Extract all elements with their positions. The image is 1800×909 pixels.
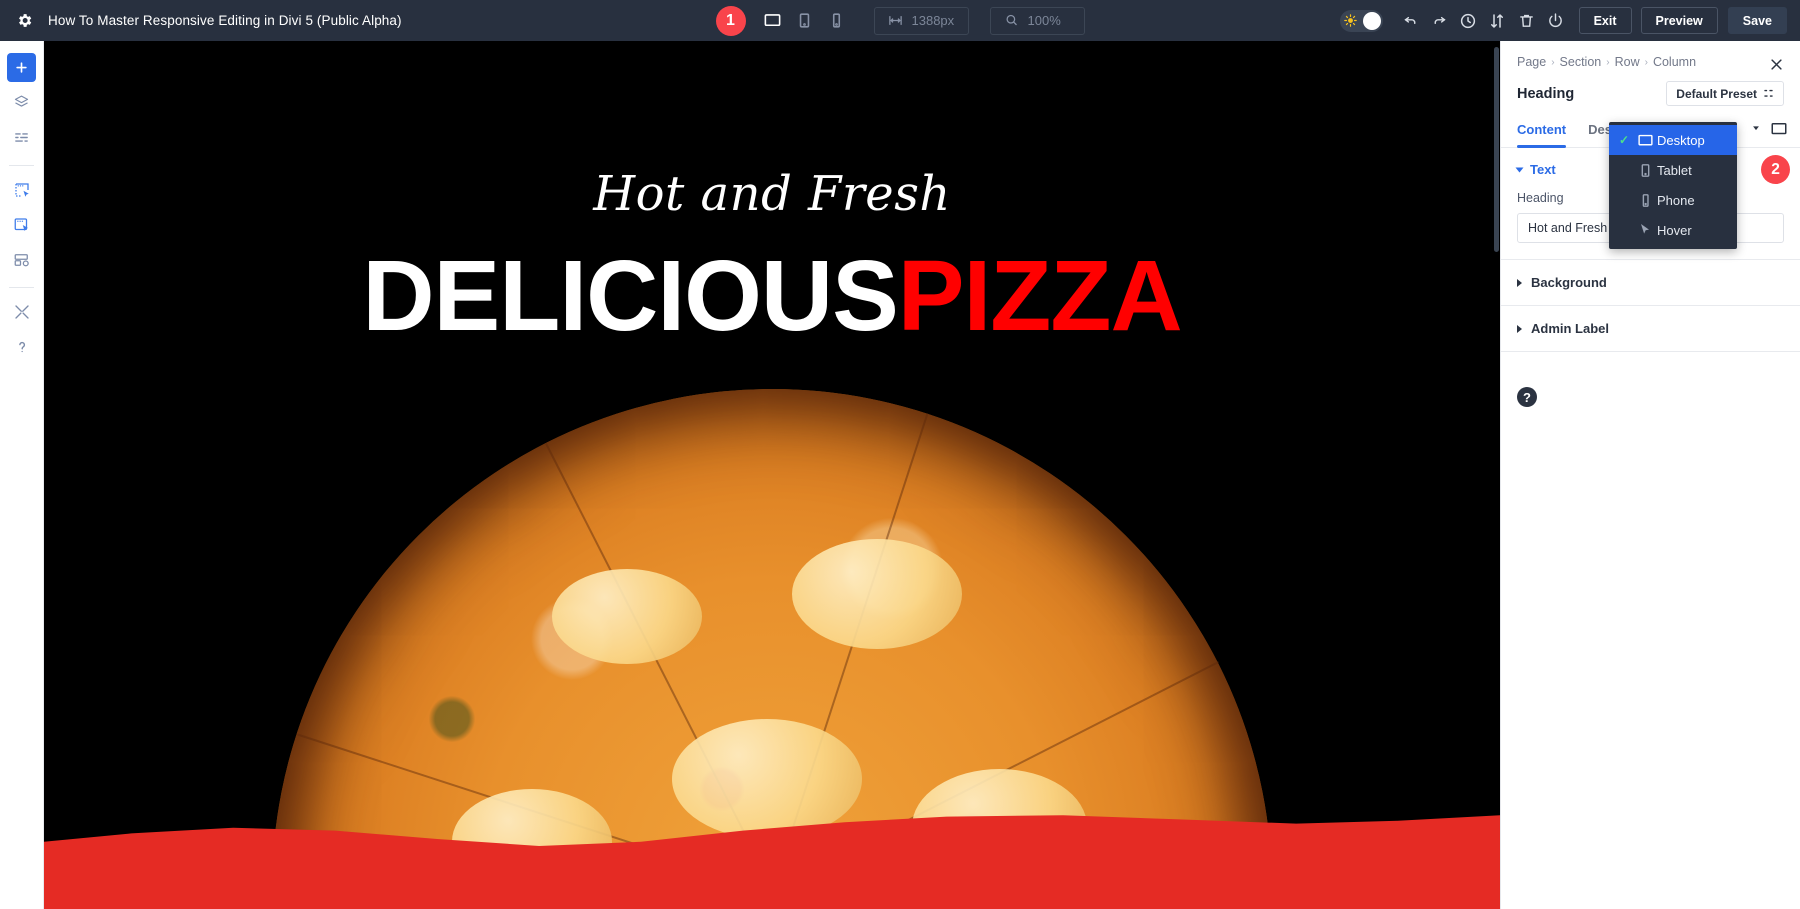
tablet-icon	[1633, 162, 1657, 179]
close-icon[interactable]	[1766, 54, 1786, 74]
section-admin-label[interactable]: Admin Label	[1501, 306, 1800, 352]
power-button[interactable]	[1541, 0, 1570, 41]
preset-label: Default Preset	[1676, 86, 1757, 101]
clone-cursor-icon	[14, 217, 28, 231]
section-admin-label-label: Admin Label	[1531, 321, 1610, 336]
trash-button[interactable]	[1512, 0, 1541, 41]
dropdown-label-hover: Hover	[1657, 222, 1692, 238]
sort-button[interactable]	[1483, 0, 1512, 41]
sidebar-item-responsive[interactable]	[7, 245, 36, 274]
cursor-icon	[1633, 222, 1657, 238]
desktop-icon	[1633, 132, 1657, 149]
editor-root: How To Master Responsive Editing in Divi…	[0, 0, 1800, 909]
headline-white-part: DELICIOUS	[362, 240, 898, 352]
save-button[interactable]: Save	[1727, 7, 1787, 34]
history-button[interactable]	[1454, 0, 1483, 41]
device-desktop-button[interactable]	[758, 6, 788, 36]
dropdown-item-desktop[interactable]: ✓ Desktop	[1609, 125, 1737, 155]
panel-tab-tools	[1751, 120, 1788, 138]
dropdown-label-tablet: Tablet	[1657, 162, 1692, 178]
preset-selector[interactable]: Default Preset	[1666, 81, 1784, 106]
zoom-value: 100%	[1027, 13, 1061, 28]
dropdown-label-desktop: Desktop	[1657, 132, 1705, 148]
desktop-icon[interactable]	[1770, 120, 1788, 138]
cheese-blob	[792, 539, 962, 649]
chevron-down-icon[interactable]	[1751, 123, 1761, 135]
tools-icon	[14, 304, 29, 319]
dropdown-item-phone[interactable]: Phone	[1609, 185, 1737, 215]
breadcrumb-separator: ›	[1606, 56, 1610, 68]
phone-icon	[1633, 192, 1657, 209]
text-section-title: Text	[1530, 162, 1556, 177]
sun-icon	[1343, 14, 1357, 27]
top-toolbar: How To Master Responsive Editing in Divi…	[0, 0, 1800, 41]
sidebar-divider-2	[9, 287, 34, 288]
sidebar-item-help[interactable]	[7, 332, 36, 361]
page-title: How To Master Responsive Editing in Divi…	[48, 13, 402, 28]
question-mark-icon[interactable]: ?	[1517, 387, 1537, 407]
breadcrumb-separator: ›	[1644, 56, 1648, 68]
cheese-blob	[672, 719, 862, 839]
page-canvas[interactable]: Hot and Fresh DELICIOUSPIZZA	[44, 41, 1500, 909]
chevron-right-icon	[1517, 324, 1522, 333]
tab-content[interactable]: Content	[1517, 122, 1567, 148]
gear-icon[interactable]	[0, 0, 48, 41]
question-icon	[18, 341, 25, 352]
zoom-icon	[1006, 14, 1017, 26]
preset-icon	[1764, 89, 1773, 97]
panel-header-row: Heading Default Preset	[1501, 69, 1800, 106]
responsive-mode-dropdown: ✓ Desktop Tablet Phone Hover	[1609, 122, 1737, 249]
sidebar-item-list[interactable]	[7, 123, 36, 152]
sidebar-item-clone[interactable]	[7, 210, 36, 239]
zoom-field[interactable]: 100%	[989, 6, 1085, 35]
width-arrows-icon	[888, 16, 902, 25]
section-background-label: Background	[1531, 275, 1607, 290]
canvas-width-value: 1388px	[911, 13, 955, 28]
chevron-down-icon	[1515, 167, 1524, 172]
wireframe-cursor-icon	[14, 182, 29, 197]
list-icon	[15, 133, 28, 142]
breadcrumb-separator: ›	[1551, 56, 1555, 68]
sidebar-item-layers[interactable]	[7, 88, 36, 117]
breadcrumb-row[interactable]: Row	[1615, 55, 1640, 69]
exit-button[interactable]: Exit	[1578, 7, 1632, 34]
canvas-scrollbar[interactable]	[1493, 41, 1500, 909]
breadcrumb-column[interactable]: Column	[1653, 55, 1696, 69]
toggle-knob	[1362, 11, 1381, 30]
headline-red-part: PIZZA	[897, 240, 1183, 352]
redo-button[interactable]	[1425, 0, 1454, 41]
device-tablet-button[interactable]	[790, 6, 820, 36]
cheese-blob	[552, 569, 702, 664]
canvas-width-field[interactable]: 1388px	[873, 6, 969, 35]
dropdown-item-hover[interactable]: Hover	[1609, 215, 1737, 245]
sidebar-item-add[interactable]	[7, 53, 36, 82]
dropdown-label-phone: Phone	[1657, 192, 1695, 208]
dropdown-item-tablet[interactable]: Tablet	[1609, 155, 1737, 185]
hero-script-text[interactable]: Hot and Fresh	[44, 166, 1500, 222]
breadcrumb-section[interactable]: Section	[1560, 55, 1602, 69]
check-icon: ✓	[1618, 133, 1630, 147]
plus-icon	[16, 62, 27, 73]
responsive-grid-icon	[14, 253, 29, 266]
chevron-right-icon	[1517, 278, 1522, 287]
sidebar-item-tools[interactable]	[7, 297, 36, 326]
module-name: Heading	[1517, 85, 1575, 102]
annotation-badge-1: 1	[715, 5, 746, 36]
section-background[interactable]: Background	[1501, 260, 1800, 306]
preview-button[interactable]: Preview	[1640, 7, 1718, 34]
sidebar-item-wireframe[interactable]	[7, 175, 36, 204]
device-phone-button[interactable]	[822, 6, 852, 36]
theme-toggle[interactable]	[1339, 9, 1383, 32]
breadcrumb-page[interactable]: Page	[1517, 55, 1546, 69]
annotation-badge-2: 2	[1761, 155, 1790, 184]
toolbar-right-group: Exit Preview Save	[1339, 0, 1787, 41]
hero-headline[interactable]: DELICIOUSPIZZA	[44, 246, 1500, 346]
layers-icon	[14, 95, 29, 107]
device-switcher	[758, 6, 852, 36]
undo-button[interactable]	[1396, 0, 1425, 41]
breadcrumb: Page › Section › Row › Column	[1501, 41, 1800, 69]
sidebar-divider-1	[9, 165, 34, 166]
left-sidebar	[0, 41, 44, 909]
